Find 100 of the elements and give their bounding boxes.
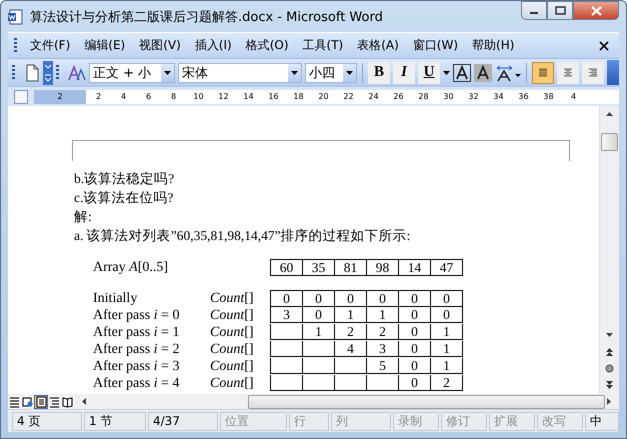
count-label: Count[] [210, 358, 255, 375]
table-cell: 0 [399, 290, 431, 307]
table-cell: 1 [367, 307, 399, 323]
scroll-up-icon[interactable] [605, 110, 614, 119]
next-page-icon[interactable] [605, 381, 614, 390]
menu-item[interactable]: 文件(F) [23, 35, 78, 56]
count-label: Count[] [210, 307, 255, 324]
scroll-thumb[interactable] [248, 394, 606, 408]
table-cell: 1 [303, 324, 335, 340]
character-shading-icon[interactable] [474, 64, 492, 82]
ruler-number: 12 [217, 92, 230, 101]
normal-view-button[interactable] [8, 394, 22, 408]
table-cell: 0 [431, 290, 463, 307]
count-label: Count[] [210, 341, 255, 358]
character-scaling-icon[interactable] [495, 64, 521, 82]
dropdown-arrow-icon[interactable] [346, 70, 353, 74]
menu-item[interactable]: 编辑(E) [77, 35, 132, 56]
row-label: After pass i = 1 [93, 324, 180, 341]
menu-item[interactable]: 视图(V) [132, 35, 188, 56]
scroll-thumb[interactable] [601, 133, 618, 151]
minimize-button[interactable] [521, 1, 547, 20]
close-icon [590, 6, 602, 16]
character-border-icon[interactable] [453, 64, 471, 82]
ruler-number: 26 [392, 92, 405, 101]
tab-selector-button[interactable] [14, 90, 28, 104]
new-document-icon[interactable] [24, 64, 40, 82]
dropdown-arrow-icon[interactable] [443, 70, 450, 74]
browse-object-icon[interactable] [605, 364, 614, 373]
array-label: Array A[0..5] [93, 260, 170, 276]
bold-button[interactable]: B [368, 62, 390, 84]
align-justify-button[interactable] [532, 62, 554, 84]
ruler-number: 32 [467, 92, 480, 101]
ruler-number: 2 [94, 92, 102, 101]
ruler-number: 6 [144, 92, 152, 101]
empty-table-cell [303, 375, 335, 391]
vertical-scrollbar[interactable] [599, 106, 619, 394]
maximize-button[interactable] [547, 1, 573, 20]
italic-button[interactable]: I [393, 62, 415, 84]
status-item: 行 [289, 412, 329, 430]
empty-table-cell [271, 341, 303, 357]
menu-item[interactable]: 工具(T) [296, 35, 350, 56]
print-view-button[interactable] [34, 394, 48, 408]
outline-view-button[interactable] [48, 394, 61, 408]
table-cell: 0 [271, 290, 303, 307]
table-cell: 0 [431, 307, 463, 323]
normal-view-icon [9, 396, 20, 408]
font-size-dropdown[interactable]: 小四 [305, 62, 357, 82]
table-cell: 0 [399, 375, 431, 391]
menu-item[interactable]: 插入(I) [188, 35, 239, 56]
dropdown-arrow-icon[interactable] [291, 70, 298, 74]
underline-button[interactable]: U [418, 62, 440, 84]
table-cell: 0 [335, 290, 367, 307]
ruler-number: 4 [120, 92, 128, 101]
table-cell: 0 [399, 307, 431, 323]
ruler-number: 18 [292, 92, 305, 101]
align-center-button[interactable] [557, 62, 579, 84]
ruler-number: 10 [192, 92, 205, 101]
dropdown-arrow-icon[interactable] [164, 70, 171, 74]
scroll-left-icon[interactable] [80, 397, 88, 406]
style-dropdown[interactable]: 正文 + 小 [89, 62, 175, 82]
table-cell: 47 [431, 259, 463, 276]
empty-table-cell [303, 358, 335, 374]
table-cell: 0 [303, 307, 335, 323]
styles-icon[interactable] [68, 64, 86, 80]
window-title: 算法设计与分析第二版课后习题解答.docx - Microsoft Word [30, 8, 384, 26]
web-view-button[interactable] [21, 394, 34, 408]
table-cell: 1 [335, 307, 367, 323]
table-cell: 60 [271, 259, 303, 276]
row-label: After pass i = 4 [93, 375, 180, 392]
menu-item[interactable]: 帮助(H) [465, 35, 522, 56]
table-cell: 0 [399, 324, 431, 340]
row-label: After pass i = 2 [93, 341, 180, 358]
web-view-icon [22, 396, 34, 408]
table-cell: 0 [399, 341, 431, 357]
ruler-number: 20 [317, 92, 330, 101]
ruler-number: 16 [267, 92, 280, 101]
status-item: 改写 [537, 412, 583, 430]
menu-item[interactable]: 窗口(W) [406, 35, 466, 56]
reading-view-button[interactable] [60, 394, 74, 408]
ruler-number: 30 [442, 92, 455, 101]
table-cell: 3 [367, 341, 399, 357]
table-cell: 3 [271, 307, 303, 323]
table-cell: 14 [399, 259, 431, 276]
status-item: 4 页 [12, 412, 82, 430]
previous-page-icon[interactable] [605, 347, 614, 356]
close-icon[interactable] [599, 40, 609, 50]
status-item: 1 节 [84, 412, 146, 430]
menu-item[interactable]: 格式(O) [238, 35, 296, 56]
menu-item[interactable]: 表格(A) [350, 35, 406, 56]
status-item: 4/37 [148, 412, 218, 430]
empty-table-cell [271, 358, 303, 374]
align-center-icon [564, 66, 572, 79]
font-dropdown[interactable]: 宋体 [178, 62, 302, 82]
row-label: After pass i = 3 [93, 358, 180, 375]
align-right-button[interactable] [582, 62, 604, 84]
table-cell: 2 [431, 375, 463, 391]
toolbar-options-icon[interactable] [43, 60, 53, 84]
close-button[interactable] [573, 1, 619, 20]
scroll-down-icon[interactable] [605, 330, 614, 339]
table-cell: 2 [367, 324, 399, 340]
